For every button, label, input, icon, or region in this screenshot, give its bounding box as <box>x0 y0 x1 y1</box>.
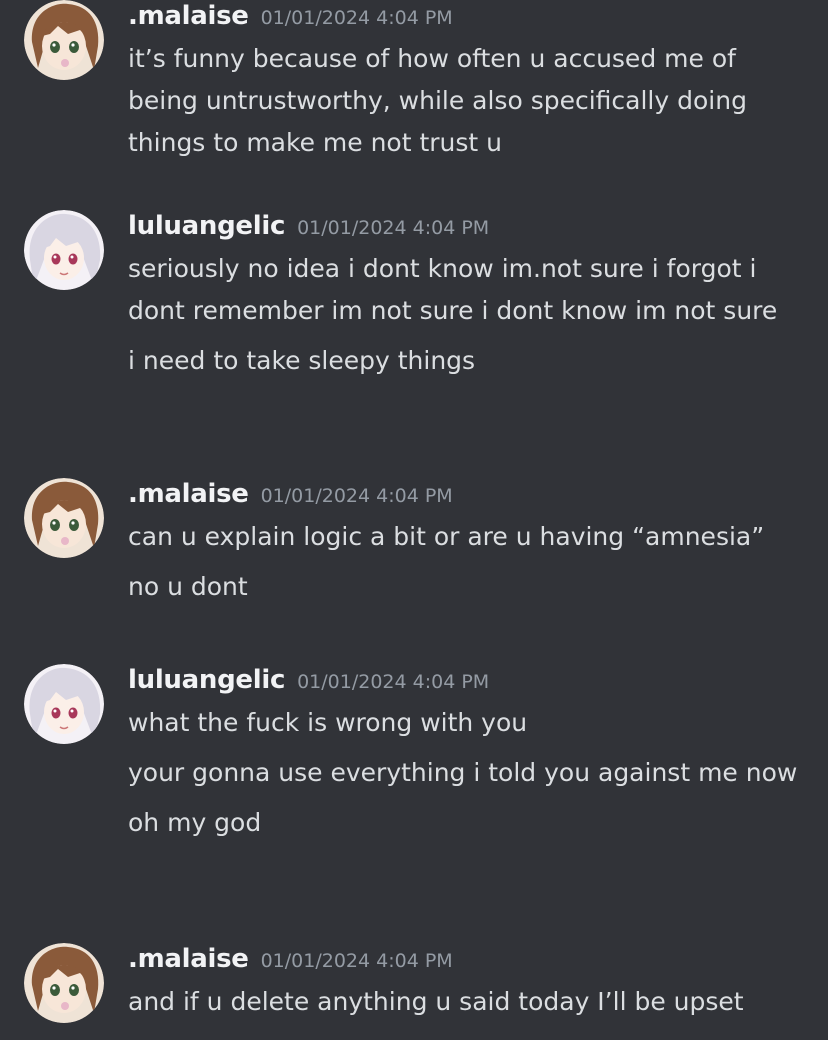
message-header: .malaise 01/01/2024 4:04 PM <box>128 0 453 36</box>
timestamp: 01/01/2024 4:04 PM <box>260 485 453 507</box>
brown-haired-anime-girl-avatar-icon <box>24 0 104 80</box>
brown-haired-anime-girl-avatar-icon <box>24 478 104 558</box>
message-text: what the fuck is wrong with you <box>128 708 528 737</box>
username[interactable]: .malaise <box>128 479 249 509</box>
message-content: what the fuck is wrong with you your gon… <box>128 702 808 852</box>
avatar[interactable] <box>24 210 104 290</box>
message-header: luluangelic 01/01/2024 4:04 PM <box>128 660 489 700</box>
message-text: oh my god <box>128 808 262 837</box>
message-text: your gonna use everything i told you aga… <box>128 758 798 787</box>
username[interactable]: .malaise <box>128 944 249 974</box>
message-header: luluangelic 01/01/2024 4:04 PM <box>128 206 489 246</box>
timestamp: 01/01/2024 4:04 PM <box>297 671 490 693</box>
message-text: can u explain logic a bit or are u havin… <box>128 522 765 551</box>
timestamp: 01/01/2024 4:04 PM <box>260 7 453 29</box>
avatar[interactable] <box>24 943 104 1023</box>
message-content: it’s funny because of how often u accuse… <box>128 38 808 172</box>
timestamp: 01/01/2024 4:04 PM <box>297 217 490 239</box>
avatar[interactable] <box>24 0 104 80</box>
avatar[interactable] <box>24 478 104 558</box>
brown-haired-anime-girl-avatar-icon <box>24 943 104 1023</box>
white-haired-anime-girl-avatar-icon <box>24 664 104 744</box>
message-header: .malaise 01/01/2024 4:04 PM <box>128 474 453 514</box>
message-text: no u dont <box>128 572 248 601</box>
username[interactable]: luluangelic <box>128 665 285 695</box>
chat-messages: .malaise 01/01/2024 4:04 PM it’s funny be… <box>0 0 828 1040</box>
avatar[interactable] <box>24 664 104 744</box>
username[interactable]: .malaise <box>128 1 249 31</box>
message-content: can u explain logic a bit or are u havin… <box>128 516 808 616</box>
message-text: and if u delete anything u said today I’… <box>128 987 744 1016</box>
message-text: it’s funny because of how often u accuse… <box>128 44 747 157</box>
message-header: .malaise 01/01/2024 4:04 PM <box>128 939 453 979</box>
message-text: seriously no idea i dont know im.not sur… <box>128 254 778 325</box>
timestamp: 01/01/2024 4:04 PM <box>260 950 453 972</box>
message-text: i need to take sleepy things <box>128 346 476 375</box>
username[interactable]: luluangelic <box>128 211 285 241</box>
white-haired-anime-girl-avatar-icon <box>24 210 104 290</box>
message-content: seriously no idea i dont know im.not sur… <box>128 248 808 390</box>
message-content: and if u delete anything u said today I’… <box>128 981 808 1031</box>
